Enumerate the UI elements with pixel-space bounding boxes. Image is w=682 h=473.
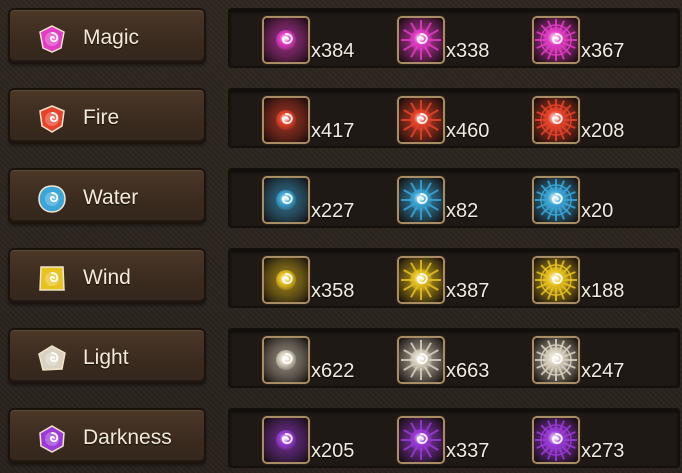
magic-essence-high-icon	[532, 16, 580, 64]
essence-panel: x205 x337 x273	[228, 408, 680, 468]
essence-item[interactable]	[397, 96, 445, 144]
essence-item[interactable]	[262, 416, 310, 464]
essence-quantity: x417	[311, 120, 355, 142]
essence-item[interactable]	[397, 336, 445, 384]
magic-element-icon	[37, 24, 67, 54]
essence-row-darkness: Darkness x205 x337 x273	[0, 400, 682, 468]
essence-quantity: x384	[311, 40, 355, 62]
essence-quantity: x663	[446, 360, 490, 382]
essence-quantity: x273	[581, 440, 625, 462]
essence-item[interactable]	[262, 96, 310, 144]
fire-essence-high-icon	[532, 96, 580, 144]
essence-item[interactable]	[397, 176, 445, 224]
darkness-essence-high-icon	[532, 416, 580, 464]
essence-quantity: x247	[581, 360, 625, 382]
essence-item[interactable]	[532, 16, 580, 64]
fire-essence-low-icon	[262, 96, 310, 144]
essence-item[interactable]	[397, 16, 445, 64]
water-essence-mid-icon	[397, 176, 445, 224]
darkness-element-icon	[37, 424, 67, 454]
essence-item[interactable]	[532, 96, 580, 144]
essence-panel: x417 x460 x208	[228, 88, 680, 148]
element-label: Fire	[83, 106, 120, 129]
essence-item[interactable]	[262, 256, 310, 304]
light-essence-mid-icon	[397, 336, 445, 384]
essence-quantity: x387	[446, 280, 490, 302]
essence-quantity: x20	[581, 200, 614, 222]
wind-element-icon	[37, 264, 67, 294]
essence-quantity: x188	[581, 280, 625, 302]
element-tab-water[interactable]: Water	[8, 168, 206, 224]
element-label: Light	[83, 346, 129, 369]
essence-row-magic: Magic x384 x338 x367	[0, 0, 682, 68]
essence-row-water: Water x227 x82 x20	[0, 160, 682, 228]
essence-quantity: x338	[446, 40, 490, 62]
essence-quantity: x460	[446, 120, 490, 142]
darkness-essence-mid-icon	[397, 416, 445, 464]
magic-essence-mid-icon	[397, 16, 445, 64]
element-label: Magic	[83, 26, 140, 49]
essence-item[interactable]	[397, 416, 445, 464]
fire-essence-mid-icon	[397, 96, 445, 144]
essence-item[interactable]	[262, 16, 310, 64]
essence-item[interactable]	[532, 416, 580, 464]
essence-quantity: x208	[581, 120, 625, 142]
wind-essence-high-icon	[532, 256, 580, 304]
essence-quantity: x358	[311, 280, 355, 302]
darkness-essence-low-icon	[262, 416, 310, 464]
element-label: Water	[83, 186, 139, 209]
element-tab-light[interactable]: Light	[8, 328, 206, 384]
essence-row-wind: Wind x358 x387 x188	[0, 240, 682, 308]
essence-item[interactable]	[532, 336, 580, 384]
essence-quantity: x205	[311, 440, 355, 462]
essence-panel: x227 x82 x20	[228, 168, 680, 228]
wind-essence-low-icon	[262, 256, 310, 304]
essence-item[interactable]	[262, 176, 310, 224]
element-tab-wind[interactable]: Wind	[8, 248, 206, 304]
water-essence-high-icon	[532, 176, 580, 224]
essence-item[interactable]	[262, 336, 310, 384]
water-element-icon	[37, 184, 67, 214]
light-element-icon	[37, 344, 67, 374]
magic-essence-low-icon	[262, 16, 310, 64]
essence-panel: x384 x338 x367	[228, 8, 680, 68]
essence-item[interactable]	[532, 176, 580, 224]
essence-quantity: x337	[446, 440, 490, 462]
water-essence-low-icon	[262, 176, 310, 224]
light-essence-low-icon	[262, 336, 310, 384]
wind-essence-mid-icon	[397, 256, 445, 304]
element-tab-fire[interactable]: Fire	[8, 88, 206, 144]
element-tab-magic[interactable]: Magic	[8, 8, 206, 64]
essence-row-light: Light x622 x663 x247	[0, 320, 682, 388]
element-label: Darkness	[83, 426, 172, 449]
essence-quantity: x622	[311, 360, 355, 382]
essence-item[interactable]	[532, 256, 580, 304]
light-essence-high-icon	[532, 336, 580, 384]
essence-panel: x358 x387 x188	[228, 248, 680, 308]
essence-quantity: x227	[311, 200, 355, 222]
element-tab-darkness[interactable]: Darkness	[8, 408, 206, 464]
fire-element-icon	[37, 104, 67, 134]
essence-panel: x622 x663 x247	[228, 328, 680, 388]
essence-quantity: x82	[446, 200, 479, 222]
essence-row-fire: Fire x417 x460 x208	[0, 80, 682, 148]
essence-item[interactable]	[397, 256, 445, 304]
element-label: Wind	[83, 266, 131, 289]
essence-quantity: x367	[581, 40, 625, 62]
